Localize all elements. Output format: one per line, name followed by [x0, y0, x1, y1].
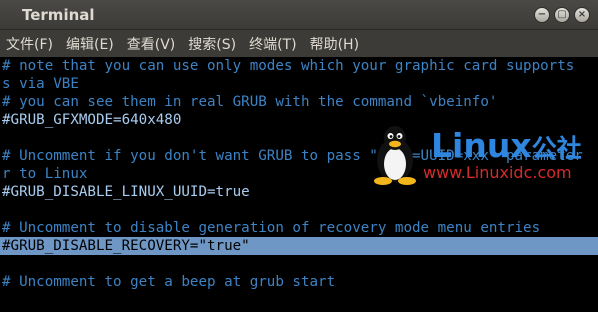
window-title: Terminal [22, 6, 95, 24]
terminal-line-selected: #GRUB_DISABLE_RECOVERY="true" [0, 237, 598, 255]
close-button[interactable]: × [574, 7, 590, 23]
menu-edit[interactable]: 编辑(E) [66, 34, 114, 54]
linuxidc-watermark: Linux公社 www.Linuxidc.com [363, 126, 595, 186]
menu-file[interactable]: 文件(F) [6, 34, 53, 54]
menu-bar: 文件(F) 编辑(E) 查看(V) 搜索(S) 终端(T) 帮助(H) [0, 30, 598, 57]
terminal-line: # Uncomment to disable generation of rec… [2, 220, 541, 236]
menu-view[interactable]: 查看(V) [127, 34, 176, 54]
window-controls: − ▢ × [534, 7, 590, 23]
watermark-brand: Linux公社 [431, 126, 582, 165]
watermark-url: www.Linuxidc.com [423, 163, 572, 182]
menu-help[interactable]: 帮助(H) [310, 34, 359, 54]
maximize-button[interactable]: ▢ [554, 7, 570, 23]
menu-search[interactable]: 搜索(S) [188, 34, 236, 54]
terminal-window: Terminal − ▢ × 文件(F) 编辑(E) 查看(V) 搜索(S) 终… [0, 0, 598, 312]
terminal-line: # you can see them in real GRUB with the… [2, 94, 498, 110]
terminal-line: # Uncomment to get a beep at grub start [2, 274, 336, 290]
tux-penguin-icon [374, 126, 416, 185]
terminal-line: s via VBE [2, 76, 79, 92]
terminal-line: # note that you can use only modes which… [2, 58, 575, 74]
title-bar[interactable]: Terminal − ▢ × [0, 0, 598, 30]
minimize-button[interactable]: − [534, 7, 550, 23]
menu-terminal[interactable]: 终端(T) [249, 34, 296, 54]
